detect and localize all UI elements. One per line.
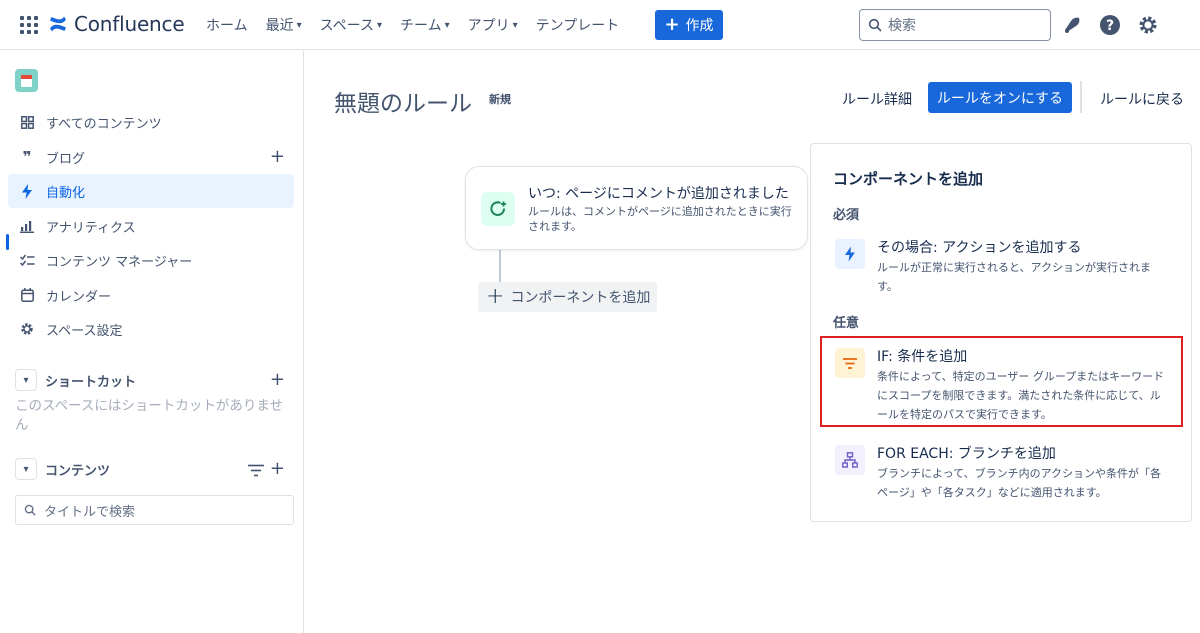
back-to-rules-button[interactable]: ルールに戻る [1100, 89, 1184, 109]
sidebar-item-space-settings[interactable]: スペース設定 [8, 312, 294, 346]
nav-spaces-label: スペース [319, 18, 374, 34]
branch-hierarchy-icon [835, 445, 865, 475]
trigger-description: ルールは、コメントがページに追加されたときに実行されます。 [528, 205, 792, 233]
lightning-icon [835, 239, 865, 269]
header-divider [1080, 81, 1082, 113]
sidebar-item-label: スペース設定 [46, 323, 123, 339]
chevron-down-icon[interactable]: ▾ [15, 458, 37, 480]
top-navigation: Confluence ホーム 最近 ▾ スペース ▾ チーム ▾ アプリ ▾ テンプレー… [0, 0, 1200, 50]
panel-title: コンポーネントを追加 [833, 170, 984, 188]
nav-apps-label: アプリ [467, 18, 510, 34]
overview-icon [19, 114, 35, 130]
shortcuts-section-header: ▾ ショートカット [15, 369, 295, 391]
sidebar-item-label: すべてのコンテンツ [46, 116, 162, 132]
sidebar-item-label: ブログ [46, 151, 86, 167]
title-search-input[interactable]: タイトルで検索 [15, 495, 294, 525]
nav-recent-label: 最近 [265, 18, 294, 34]
add-blog-plus-icon[interactable]: + [270, 146, 285, 167]
option-description: ブランチによって、ブランチ内のアクションや条件が「各ページ」や「各タスク」などに… [877, 467, 1162, 499]
create-button[interactable]: + 作成 [655, 10, 723, 40]
option-title: その場合: アクションを追加する [877, 240, 1082, 256]
calendar-icon [19, 287, 35, 303]
sidebar-item-all-content[interactable]: すべてのコンテンツ [8, 105, 294, 139]
add-shortcut-plus-icon[interactable]: + [270, 369, 285, 390]
content-label: コンテンツ [45, 463, 111, 479]
sidebar-item-label: 自動化 [46, 185, 86, 201]
sidebar-item-label: アナリティクス [46, 220, 136, 236]
gear-icon [19, 321, 35, 337]
new-badge: 新規 [489, 93, 511, 106]
sidebar-item-analytics[interactable]: アナリティクス [8, 209, 294, 243]
shortcuts-empty-message: このスペースにはショートカットがありません [15, 398, 283, 433]
add-component-button[interactable]: + コンポーネントを追加 [478, 282, 657, 312]
chevron-down-icon: ▾ [512, 19, 518, 31]
nav-spaces[interactable]: スペース ▾ [320, 15, 382, 35]
svg-text:?: ? [1106, 18, 1114, 34]
lightning-icon [19, 183, 35, 199]
nav-templates-label: テンプレート [535, 18, 620, 34]
highlight-box [820, 336, 1183, 427]
title-search-placeholder: タイトルで検索 [44, 504, 136, 520]
nav-home[interactable]: ホーム [206, 15, 248, 35]
add-content-plus-icon[interactable]: + [270, 458, 285, 479]
filter-icon[interactable] [248, 462, 264, 481]
search-placeholder: 検索 [888, 18, 916, 34]
nav-recent[interactable]: 最近 ▾ [266, 15, 302, 35]
add-component-label: コンポーネントを追加 [510, 290, 651, 306]
required-heading: 必須 [833, 208, 860, 223]
rule-details-button[interactable]: ルール詳細 [842, 89, 912, 109]
nav-teams[interactable]: チーム ▾ [400, 15, 450, 35]
plus-icon: + [664, 14, 680, 35]
space-sidebar: すべてのコンテンツ ❞ ブログ + 自動化 アナリティクス コンテンツ マネージ… [0, 51, 304, 633]
notifications-icon[interactable] [1060, 13, 1084, 37]
option-title: FOR EACH: ブランチを追加 [877, 446, 1056, 462]
create-button-label: 作成 [685, 18, 714, 34]
nav-teams-label: チーム [399, 18, 442, 34]
help-icon[interactable]: ? [1098, 13, 1122, 37]
confluence-logo[interactable]: Confluence [48, 12, 185, 36]
confluence-logo-icon [50, 16, 66, 32]
option-description: ルールが正常に実行されると、アクションが実行されます。 [877, 261, 1152, 293]
quote-icon: ❞ [22, 148, 32, 166]
search-input[interactable]: 検索 [859, 9, 1051, 41]
shortcuts-label: ショートカット [45, 374, 137, 390]
sidebar-item-blog[interactable]: ❞ ブログ [8, 140, 294, 174]
trigger-card[interactable]: いつ: ページにコメントが追加されました ルールは、コメントがページに追加された… [465, 166, 808, 250]
settings-gear-icon[interactable] [1136, 13, 1160, 37]
nav-home-label: ホーム [206, 18, 248, 34]
sidebar-item-calendar[interactable]: カレンダー [8, 278, 294, 312]
sidebar-item-automation[interactable]: 自動化 [8, 174, 294, 208]
chevron-down-icon: ▾ [296, 19, 302, 31]
space-avatar[interactable] [15, 69, 38, 92]
sidebar-item-label: カレンダー [46, 289, 112, 305]
bar-chart-icon [19, 218, 35, 234]
checklist-icon [19, 252, 35, 268]
plus-icon: + [486, 284, 505, 309]
sidebar-item-label: コンテンツ マネージャー [46, 254, 193, 270]
trigger-title: いつ: ページにコメントが追加されました [528, 186, 789, 202]
enable-rule-button[interactable]: ルールをオンにする [928, 82, 1072, 113]
search-icon [868, 18, 882, 32]
nav-templates[interactable]: テンプレート [536, 15, 620, 35]
chevron-down-icon[interactable]: ▾ [15, 369, 37, 391]
main-menu: ホーム 最近 ▾ スペース ▾ チーム ▾ アプリ ▾ テンプレート [206, 0, 637, 50]
chevron-down-icon: ▾ [376, 19, 382, 31]
search-icon [24, 504, 36, 516]
app-switcher-icon[interactable] [20, 16, 38, 34]
add-component-panel: コンポーネントを追加 必須 その場合: アクションを追加する ルールが正常に実行… [810, 143, 1192, 522]
product-name: Confluence [74, 12, 185, 36]
comment-trigger-icon [481, 192, 515, 226]
rule-title[interactable]: 無題のルール [334, 84, 472, 118]
chevron-down-icon: ▾ [444, 19, 450, 31]
sidebar-item-content-manager[interactable]: コンテンツ マネージャー [8, 243, 294, 277]
optional-heading: 任意 [833, 316, 860, 331]
nav-apps[interactable]: アプリ ▾ [468, 15, 518, 35]
flow-connector [499, 250, 501, 282]
